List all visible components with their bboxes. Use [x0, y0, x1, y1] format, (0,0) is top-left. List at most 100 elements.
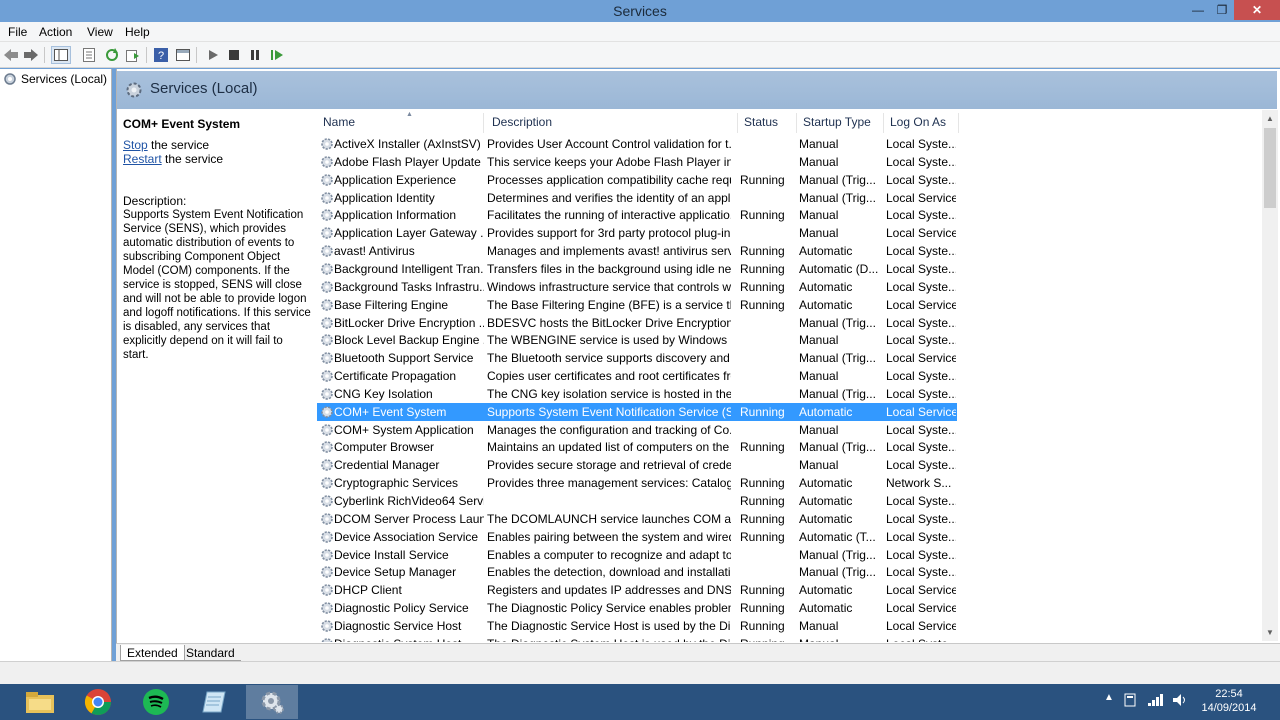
restart-link[interactable]: Restart	[123, 152, 162, 166]
cell-description: The Diagnostic Service Host is used by t…	[487, 618, 731, 633]
table-row[interactable]: Application Experience Processes applicat…	[317, 171, 957, 189]
cell-description: The WBENGINE service is used by Windows …	[487, 333, 731, 348]
pause-icon[interactable]	[246, 46, 264, 64]
menu-help[interactable]: Help	[125, 25, 150, 39]
cell-startup-type: Manual (Trig...	[799, 315, 876, 330]
service-gear-icon	[321, 405, 333, 418]
cell-status: Running	[740, 476, 785, 491]
cell-log-on-as: Local Syste...	[886, 244, 956, 259]
scroll-down-icon[interactable]: ▼	[1262, 624, 1278, 641]
vertical-scrollbar[interactable]: ▲ ▼	[1262, 110, 1278, 641]
menu-file[interactable]: File	[8, 25, 27, 39]
cell-description: Copies user certificates and root certif…	[487, 369, 731, 384]
table-row[interactable]: Diagnostic System HostThe Diagnostic Sys…	[317, 635, 957, 642]
maximize-button[interactable]: ❐	[1210, 0, 1234, 20]
service-gear-icon	[321, 602, 333, 614]
clock-date: 14/09/2014	[1201, 702, 1257, 714]
table-row[interactable]: CNG Key Isolation The CNG key isolation s…	[317, 385, 957, 403]
column-divider[interactable]	[796, 113, 797, 133]
table-row[interactable]: Bluetooth Support Service The Bluetooth s…	[317, 349, 957, 367]
table-row[interactable]: Application Identity Determines and verif…	[317, 189, 957, 207]
volume-icon[interactable]	[1172, 693, 1188, 710]
table-row[interactable]: Credential Manager Provides secure storag…	[317, 456, 957, 474]
table-row[interactable]: Diagnostic Policy Service The Diagnostic …	[317, 599, 957, 617]
menu-action[interactable]: Action	[39, 25, 72, 39]
refresh-icon[interactable]	[103, 46, 121, 64]
table-row[interactable]: Certificate Propagation Copies user certi…	[317, 367, 957, 385]
action-center-icon[interactable]	[1124, 693, 1136, 710]
table-row[interactable]: Computer Browser Maintains an updated lis…	[317, 438, 957, 456]
table-row[interactable]: Application Information Facilitates the r…	[317, 206, 957, 224]
back-icon[interactable]	[2, 46, 20, 64]
export-list-icon[interactable]	[124, 46, 142, 64]
cell-startup-type: Automatic (D...	[799, 261, 879, 276]
table-row[interactable]: Background Tasks Infrastru... Windows inf…	[317, 278, 957, 296]
column-header-name[interactable]: Name	[323, 115, 355, 129]
table-row[interactable]: DHCP Client Registers and updates IP addr…	[317, 581, 957, 599]
column-header-description[interactable]: Description	[492, 115, 552, 129]
stop-link[interactable]: Stop	[123, 138, 148, 152]
table-row[interactable]: ActiveX Installer (AxInstSV) Provides Use…	[317, 135, 957, 153]
clock[interactable]: 22:54 14/09/2014	[1196, 687, 1262, 715]
table-row[interactable]: Cyberlink RichVideo64 Servi... Running Aut…	[317, 492, 957, 510]
cell-log-on-as: Local Syste...	[886, 529, 956, 544]
scroll-thumb[interactable]	[1264, 128, 1276, 208]
tab-standard[interactable]: Standard	[180, 645, 241, 661]
table-row[interactable]: Diagnostic Service Host The Diagnostic Se…	[317, 617, 957, 635]
table-row[interactable]: Device Association Service Enables pairin…	[317, 528, 957, 546]
scroll-up-icon[interactable]: ▲	[1262, 110, 1278, 127]
table-row[interactable]: avast! Antivirus Manages and implements a…	[317, 242, 957, 260]
column-header-log-on-as[interactable]: Log On As	[890, 115, 946, 129]
stop-suffix: the service	[147, 138, 210, 152]
column-divider[interactable]	[737, 113, 738, 133]
table-row[interactable]: Background Intelligent Tran... Transfers …	[317, 260, 957, 278]
play-icon[interactable]	[204, 46, 222, 64]
column-divider[interactable]	[483, 113, 484, 133]
stop-icon[interactable]	[225, 46, 243, 64]
table-row[interactable]: BitLocker Drive Encryption ... BDESVC hos…	[317, 314, 957, 332]
table-row[interactable]: COM+ System Application Manages the confi…	[317, 421, 957, 439]
description-label: Description:	[123, 194, 187, 208]
table-row[interactable]: Base Filtering Engine The Base Filtering …	[317, 296, 957, 314]
table-row[interactable]: COM+ Event System Supports System Event N…	[317, 402, 957, 421]
file-explorer-icon[interactable]	[14, 685, 66, 719]
tray-overflow-icon[interactable]: ▲	[1104, 692, 1114, 703]
table-row[interactable]: Application Layer Gateway ... Provides su…	[317, 224, 957, 242]
table-row[interactable]: Block Level Backup Engine ... The WBENGIN…	[317, 331, 957, 349]
chrome-icon[interactable]	[72, 685, 124, 719]
tree-item-services-local[interactable]: Services (Local)	[3, 72, 107, 86]
cell-description: The Diagnostic System Host is used by th…	[487, 637, 731, 642]
column-divider[interactable]	[958, 113, 959, 133]
tab-extended[interactable]: Extended	[120, 645, 185, 661]
column-divider[interactable]	[883, 113, 884, 133]
show-hide-tree-icon[interactable]	[51, 46, 71, 64]
service-gear-icon	[321, 280, 333, 293]
notepad-icon[interactable]	[188, 685, 240, 719]
cell-log-on-as: Local Syste...	[886, 440, 956, 455]
cell-name: Application Identity	[334, 190, 435, 205]
menu-view[interactable]: View	[87, 25, 113, 39]
cell-startup-type: Automatic	[799, 279, 853, 294]
help-icon[interactable]: ?	[152, 46, 170, 64]
table-row[interactable]: Adobe Flash Player Update ... This servic…	[317, 153, 957, 171]
minimize-button[interactable]: —	[1186, 0, 1210, 20]
column-header-status[interactable]: Status	[744, 115, 778, 129]
service-gear-icon	[321, 138, 333, 150]
service-gear-icon	[321, 495, 333, 507]
service-gear-icon	[321, 173, 333, 186]
table-row[interactable]: Device Setup Manager Enables the detectio…	[317, 563, 957, 581]
view-icon[interactable]	[174, 46, 192, 64]
svg-text:?: ?	[158, 50, 164, 62]
column-header-startup-type[interactable]: Startup Type	[803, 115, 871, 129]
table-row[interactable]: Device Install Service Enables a computer…	[317, 546, 957, 564]
close-button[interactable]: ✕	[1234, 0, 1280, 20]
services-gear-icon[interactable]	[246, 685, 298, 719]
resume-icon[interactable]	[268, 46, 286, 64]
service-gear-icon	[321, 388, 333, 400]
table-row[interactable]: DCOM Server Process Laun... The DCOMLAUNC…	[317, 510, 957, 528]
spotify-icon[interactable]	[130, 685, 182, 719]
network-signal-icon[interactable]	[1148, 694, 1164, 709]
table-row[interactable]: Cryptographic Services Provides three man…	[317, 474, 957, 492]
properties-icon[interactable]	[80, 46, 98, 64]
forward-icon[interactable]	[22, 46, 40, 64]
